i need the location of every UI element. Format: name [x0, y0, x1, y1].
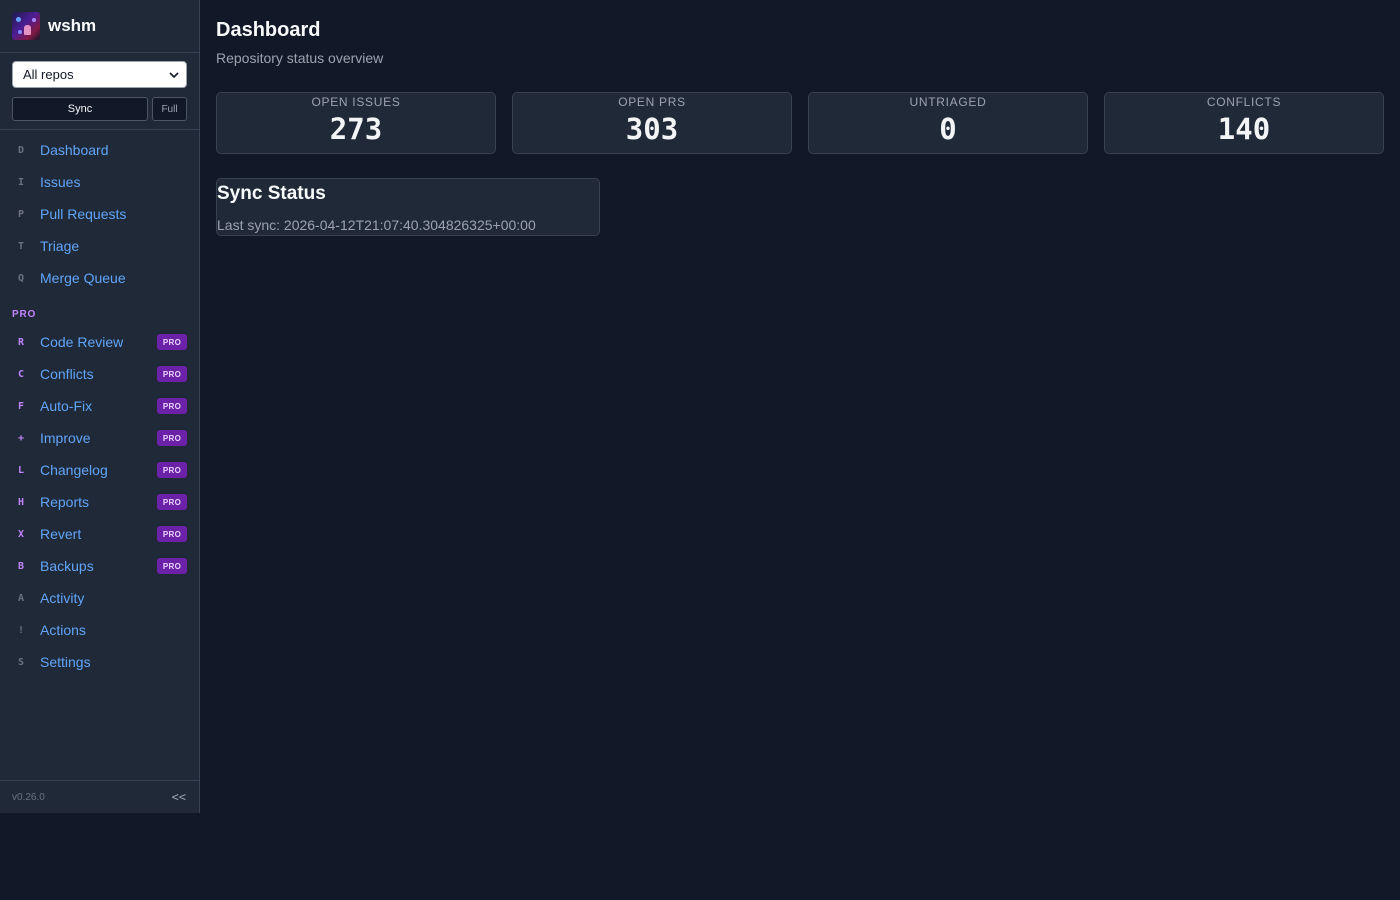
sidebar-item-changelog[interactable]: L Changelog PRO: [0, 454, 199, 486]
shortcut-key: D: [18, 144, 25, 156]
sidebar-item-label: Dashboard: [40, 142, 109, 158]
version-label: v0.26.0: [12, 791, 45, 803]
repo-select-value: All repos: [23, 67, 74, 82]
sidebar-item-code-review[interactable]: R Code Review PRO: [0, 326, 199, 358]
pro-badge: PRO: [157, 558, 187, 574]
pro-badge: PRO: [157, 430, 187, 446]
app-root: wshm All repos Sync Full D Dashboard I I…: [0, 0, 1400, 900]
shortcut-key: B: [18, 560, 25, 572]
sidebar-nav: D Dashboard I Issues P Pull Requests T T…: [0, 130, 199, 678]
sidebar-item-label: Conflicts: [40, 366, 94, 382]
stat-label: OPEN ISSUES: [311, 95, 401, 109]
shortcut-key: L: [18, 464, 25, 476]
stat-label: OPEN PRS: [618, 95, 686, 109]
sidebar-footer: v0.26.0 <<: [0, 780, 199, 813]
sidebar-item-backups[interactable]: B Backups PRO: [0, 550, 199, 582]
sidebar-item-label: Revert: [40, 526, 82, 542]
shortcut-key: T: [18, 240, 25, 252]
stat-card-untriaged[interactable]: UNTRIAGED 0: [808, 92, 1088, 154]
chevron-down-icon: [169, 71, 179, 78]
sidebar-item-pull-requests[interactable]: P Pull Requests: [0, 198, 199, 230]
stat-label: CONFLICTS: [1206, 95, 1282, 109]
sidebar-item-reports[interactable]: H Reports PRO: [0, 486, 199, 518]
sidebar-item-revert[interactable]: X Revert PRO: [0, 518, 199, 550]
stat-value: 273: [329, 112, 383, 146]
sidebar-item-label: Settings: [40, 654, 91, 670]
shortcut-key: A: [18, 592, 25, 604]
shortcut-key: I: [18, 176, 25, 188]
sidebar-item-dashboard[interactable]: D Dashboard: [0, 134, 199, 166]
sidebar-item-label: Actions: [40, 622, 86, 638]
sidebar-item-settings[interactable]: S Settings: [0, 646, 199, 678]
pro-section-label: PRO: [12, 308, 37, 320]
sync-row: Sync Full: [12, 97, 187, 121]
wizard-avatar-icon[interactable]: [12, 12, 40, 40]
full-sync-button[interactable]: Full: [152, 97, 187, 121]
sidebar-item-auto-fix[interactable]: F Auto-Fix PRO: [0, 390, 199, 422]
sidebar-item-merge-queue[interactable]: Q Merge Queue: [0, 262, 199, 294]
page-title: Dashboard: [216, 19, 321, 41]
sidebar-item-label: Triage: [40, 238, 80, 254]
sidebar-item-label: Auto-Fix: [40, 398, 93, 414]
sidebar-item-label: Issues: [40, 174, 81, 190]
shortcut-key: F: [18, 400, 25, 412]
stat-card-open-issues[interactable]: OPEN ISSUES 273: [216, 92, 496, 154]
stat-card-conflicts[interactable]: CONFLICTS 140: [1104, 92, 1384, 154]
collapse-sidebar-button[interactable]: <<: [172, 790, 186, 804]
sidebar-item-actions[interactable]: ! Actions: [0, 614, 199, 646]
shortcut-key: H: [18, 496, 25, 508]
sidebar-item-label: Reports: [40, 494, 90, 510]
last-sync-text: Last sync: 2026-04-12T21:07:40.304826325…: [217, 217, 536, 233]
shortcut-key: C: [18, 368, 25, 380]
page-subtitle: Repository status overview: [216, 50, 384, 66]
shortcut-key: Q: [18, 272, 25, 284]
sidebar-item-issues[interactable]: I Issues: [0, 166, 199, 198]
shortcut-key: !: [18, 624, 25, 636]
stats-row: OPEN ISSUES 273 OPEN PRS 303 UNTRIAGED 0…: [216, 92, 1384, 154]
pro-badge: PRO: [157, 366, 187, 382]
shortcut-key: R: [18, 336, 25, 348]
shortcut-key: P: [18, 208, 25, 220]
shortcut-key: X: [18, 528, 25, 540]
stat-card-open-prs[interactable]: OPEN PRS 303: [512, 92, 792, 154]
brand: wshm: [0, 0, 199, 53]
sidebar-item-label: Changelog: [40, 462, 108, 478]
sidebar-item-improve[interactable]: + Improve PRO: [0, 422, 199, 454]
sidebar-item-label: Activity: [40, 590, 85, 606]
sidebar-item-label: Merge Queue: [40, 270, 126, 286]
sidebar-item-label: Improve: [40, 430, 91, 446]
sidebar-item-activity[interactable]: A Activity: [0, 582, 199, 614]
pro-badge: PRO: [157, 398, 187, 414]
sidebar-item-label: Code Review: [40, 334, 124, 350]
sidebar-item-label: Pull Requests: [40, 206, 127, 222]
sync-status-card: Sync Status Last sync: 2026-04-12T21:07:…: [216, 178, 600, 236]
shortcut-key: S: [18, 656, 25, 668]
pro-badge: PRO: [157, 494, 187, 510]
pro-badge: PRO: [157, 334, 187, 350]
stat-label: UNTRIAGED: [909, 95, 987, 109]
app-name: wshm: [48, 16, 97, 35]
pro-badge: PRO: [157, 462, 187, 478]
sync-button[interactable]: Sync: [12, 97, 148, 121]
pro-badge: PRO: [157, 526, 187, 542]
sidebar-item-conflicts[interactable]: C Conflicts PRO: [0, 358, 199, 390]
repo-select[interactable]: All repos: [12, 61, 187, 88]
sidebar-controls: All repos Sync Full: [0, 53, 199, 130]
sidebar: wshm All repos Sync Full D Dashboard I I…: [0, 0, 200, 813]
shortcut-key: +: [18, 432, 25, 444]
sidebar-item-label: Backups: [40, 558, 94, 574]
sidebar-item-triage[interactable]: T Triage: [0, 230, 199, 262]
stat-value: 303: [625, 112, 679, 146]
stat-value: 0: [939, 112, 957, 146]
sync-status-title: Sync Status: [217, 183, 326, 204]
stat-value: 140: [1217, 112, 1271, 146]
